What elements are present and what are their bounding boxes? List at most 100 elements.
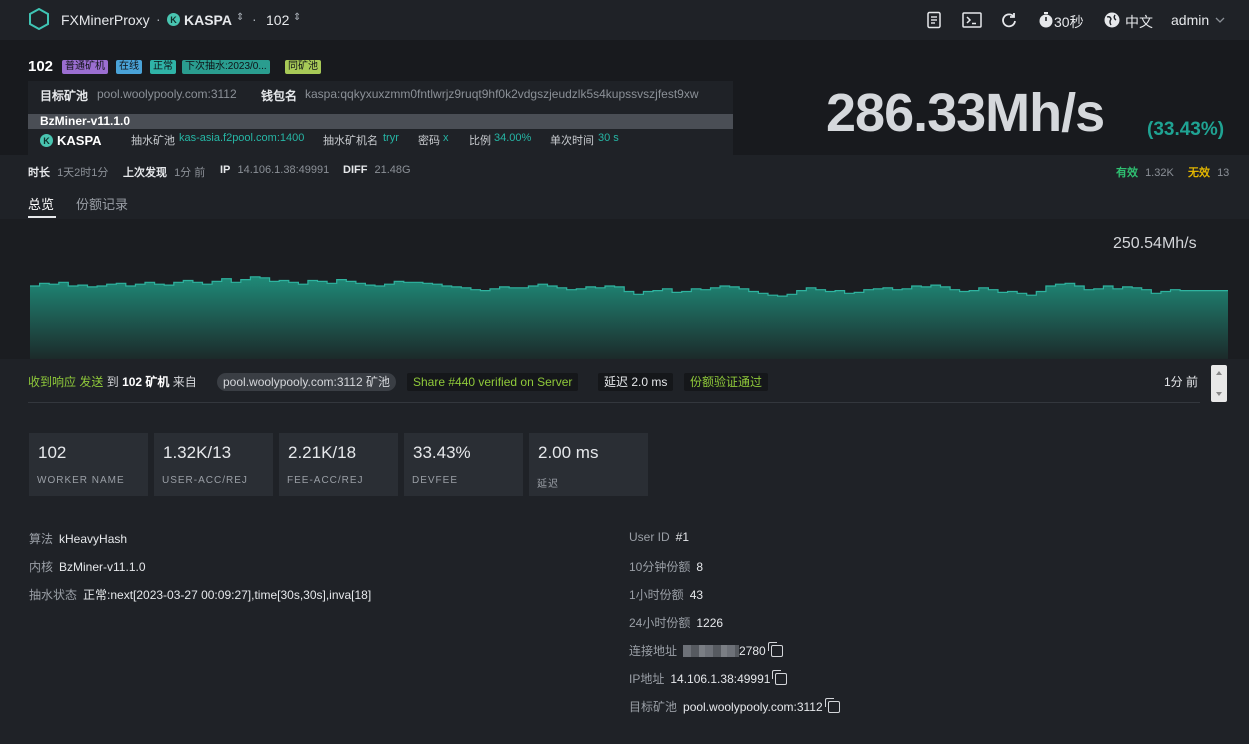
detail-fee-status: 抽水状态 正常:next[2023-03-27 00:09:27],time[30…	[29, 586, 371, 603]
tab-share-records[interactable]: 份额记录	[76, 194, 128, 213]
detail-value: pool.woolypooly.com:3112	[683, 700, 823, 714]
valid-stat: 有效 1.32K	[1116, 164, 1174, 180]
duration-stat: 时长 1天2时1分	[28, 164, 108, 180]
copy-icon[interactable]	[824, 698, 840, 713]
user-menu[interactable]: admin	[1171, 12, 1209, 28]
detail-key: 连接地址	[629, 644, 678, 658]
log-verify-chip: 份额验证通过	[684, 373, 769, 391]
detail-core: 内核 BzMiner-v11.1.0	[29, 558, 146, 575]
target-pool-label: 目标矿池	[40, 89, 89, 103]
terminal-icon[interactable]	[962, 11, 982, 29]
detail-key: 内核	[29, 560, 54, 574]
refresh-interval[interactable]: 30秒	[1054, 12, 1084, 32]
detail-value: 正常:next[2023-03-27 00:09:27],time[30s,30…	[83, 588, 372, 602]
log-target: 102 矿机	[122, 375, 170, 389]
detail-user-id: User ID #1	[629, 530, 689, 544]
interval-value: 30 s	[598, 132, 619, 144]
wallet-value: kaspa:qqkyxuxzmm0fntlwrjz9ruqt9hf0k2vdgs…	[305, 87, 699, 101]
stat-card-value: 102	[38, 443, 67, 462]
detail-ip-address: IP地址 14.106.1.38:49991	[629, 670, 788, 687]
valid-value: 1.32K	[1145, 167, 1174, 179]
timer-icon[interactable]	[1037, 11, 1055, 29]
log-scrollbar[interactable]	[1211, 365, 1227, 402]
hashrate-percent: (33.43%)	[1147, 119, 1225, 140]
coin-chevron-updown-icon[interactable]: ⇕	[236, 12, 244, 23]
invalid-value: 13	[1217, 167, 1230, 179]
app-title[interactable]: FXMinerProxy	[61, 12, 150, 28]
detail-key: IP地址	[629, 672, 665, 686]
detail-key: User ID	[629, 530, 670, 544]
detail-algorithm: 算法 kHeavyHash	[29, 530, 127, 547]
tab-overview[interactable]: 总览	[28, 194, 54, 213]
detail-key: 算法	[29, 532, 54, 546]
status-badge: 同矿池	[285, 60, 321, 74]
detail-key: 24小时份额	[629, 616, 691, 630]
copy-icon[interactable]	[767, 642, 783, 657]
language-selector[interactable]: 中文	[1125, 12, 1153, 32]
invalid-stat: 无效 13	[1188, 164, 1229, 180]
coin-name: KASPA	[57, 133, 102, 148]
log-entry: 收到响应 发送 到 102 矿机 来自	[28, 373, 197, 391]
last-seen-stat: 上次发现 1分 前	[123, 164, 205, 180]
last-seen-label: 上次发现	[123, 167, 167, 179]
chevron-down-icon[interactable]	[1214, 14, 1226, 26]
worker-chevron-updown-icon[interactable]: ⇕	[293, 12, 301, 23]
diff-value: 21.48G	[374, 164, 411, 176]
fee-pool-value: kas-asia.f2pool.com:1400	[179, 132, 305, 144]
hashrate-chart-panel	[0, 219, 1249, 359]
log-to: 到	[106, 375, 119, 389]
stat-card-fee-acc-rej: 2.21K/18 FEE-ACC/REJ	[279, 433, 398, 496]
kaspa-coin-icon: K	[167, 13, 180, 26]
core-name: BzMiner-v11.1.0	[40, 114, 131, 128]
redacted-block	[683, 645, 740, 657]
log-from: 来自	[172, 375, 197, 389]
detail-value: #1	[675, 530, 690, 544]
scrollbar-arrows-icon[interactable]	[1211, 365, 1227, 402]
copy-icon[interactable]	[772, 670, 788, 685]
document-icon[interactable]	[925, 11, 943, 29]
hashrate-chart	[30, 276, 1228, 359]
detail-value: kHeavyHash	[59, 532, 128, 546]
worker-id: 102	[28, 58, 54, 75]
detail-value: 43	[689, 588, 704, 602]
log-pool-chip: pool.woolypooly.com:3112 矿池	[217, 373, 396, 391]
coin-selector[interactable]: KASPA	[184, 12, 232, 28]
stat-card-worker-name: 102 WORKER NAME	[29, 433, 148, 496]
detail-24h-shares: 24小时份额 1226	[629, 614, 723, 631]
diff-label: DIFF	[343, 164, 368, 176]
hashrate-area	[30, 276, 1228, 359]
stat-card-user-acc-rej: 1.32K/13 USER-ACC/REJ	[154, 433, 273, 496]
log-latency-chip: 延迟 2.0 ms	[598, 373, 674, 391]
stat-card-value: 2.21K/18	[288, 443, 357, 462]
detail-value: 2780	[739, 644, 766, 658]
worker-selector[interactable]: 102	[266, 12, 289, 28]
core-bar	[28, 114, 733, 129]
fee-pool-label: 抽水矿池	[131, 135, 175, 147]
diff-stat: DIFF 21.48G	[343, 164, 411, 176]
detail-1h-shares: 1小时份额 43	[629, 586, 703, 603]
stat-card-label: DEVFEE	[412, 475, 459, 486]
last-seen-value: 1分 前	[174, 167, 206, 179]
stat-card-value: 2.00 ms	[538, 443, 599, 462]
top-nav: FXMinerProxy · K KASPA ⇕ · 102 ⇕ 30秒 中文 …	[0, 0, 1249, 40]
detail-value: 14.106.1.38:49991	[670, 672, 771, 686]
status-badge: 普通矿机	[62, 60, 108, 74]
globe-icon[interactable]	[1103, 11, 1121, 29]
log-time: 1分 前	[1164, 375, 1199, 389]
detail-value: BzMiner-v11.1.0	[59, 560, 146, 574]
ratio-label: 比例	[469, 135, 491, 147]
log-send: 发送	[79, 375, 104, 389]
stat-card-label: FEE-ACC/REJ	[287, 475, 364, 486]
stat-card-latency: 2.00 ms 延迟	[529, 433, 648, 496]
password-label: 密码	[418, 135, 440, 147]
refresh-icon[interactable]	[1000, 11, 1018, 29]
stat-card-value: 1.32K/13	[163, 443, 232, 462]
detail-key: 目标矿池	[629, 700, 678, 714]
kaspa-coin-icon: K	[40, 134, 53, 147]
detail-value: 8	[696, 560, 704, 574]
stat-card-devfee: 33.43% DEVFEE	[404, 433, 523, 496]
app-logo-icon[interactable]	[28, 8, 50, 30]
ip-value: 14.106.1.38:49991	[237, 164, 330, 176]
target-pool-value: pool.woolypooly.com:3112	[97, 87, 237, 101]
stat-card-label: USER-ACC/REJ	[162, 475, 248, 486]
